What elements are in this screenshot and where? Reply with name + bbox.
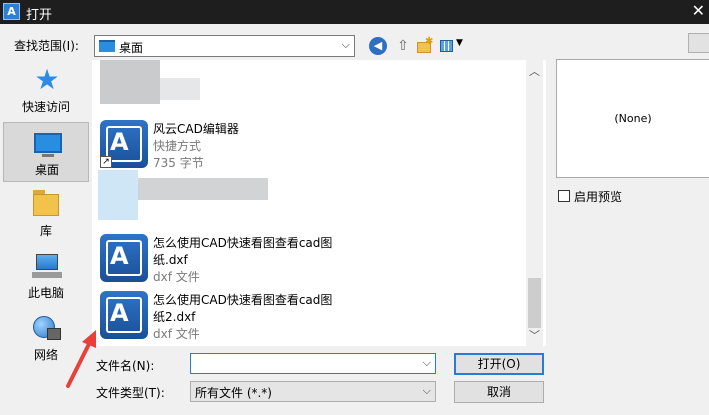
filetype-dropdown[interactable]: 所有文件 (*.*) ⌵ <box>190 381 436 402</box>
app-icon: A <box>3 3 20 20</box>
place-label: 桌面 <box>34 163 59 177</box>
place-library[interactable]: 库 <box>3 184 89 244</box>
lookin-value: 桌面 <box>119 41 144 55</box>
cancel-button[interactable]: 取消 <box>454 381 544 403</box>
close-icon[interactable]: ✕ <box>692 1 705 20</box>
file-name-cont: 纸2.dxf <box>153 310 196 324</box>
up-folder-icon[interactable]: ⇧ <box>394 37 412 55</box>
place-quick-access[interactable]: ★ 快速访问 <box>3 60 89 120</box>
file-name: 怎么使用CAD快速看图查看cad图 <box>153 293 333 307</box>
library-icon <box>33 194 59 216</box>
window-title: 打开 <box>26 8 53 23</box>
new-folder-icon[interactable]: ✱ <box>416 36 434 55</box>
preview-checkbox-label[interactable]: 启用预览 <box>574 188 622 205</box>
file-name: 风云CAD编辑器 <box>153 122 239 136</box>
chevron-down-icon[interactable]: ﹀ <box>529 327 540 343</box>
place-label: 快速访问 <box>21 100 70 114</box>
file-type: 快捷方式 <box>153 139 202 153</box>
file-size: 735 字节 <box>153 156 204 170</box>
file-name: 怎么使用CAD快速看图查看cad图 <box>153 236 333 250</box>
desktop-stand <box>42 154 54 157</box>
back-icon[interactable]: ◀ <box>369 37 387 55</box>
lookin-dropdown[interactable]: 桌面 ⌵ <box>94 35 355 57</box>
preview-text: (None) <box>614 112 652 125</box>
file-type: dxf 文件 <box>153 327 200 341</box>
star-icon: ★ <box>34 63 60 96</box>
blurred-item <box>138 178 268 200</box>
scroll-thumb[interactable] <box>528 278 541 328</box>
file-item[interactable]: A ↗ 风云CAD编辑器 快捷方式 735 字节 <box>98 116 518 172</box>
place-this-pc[interactable]: 此电脑 <box>3 246 89 306</box>
filetype-value: 所有文件 (*.*) <box>195 386 272 400</box>
desktop-icon <box>34 133 62 153</box>
preview-checkbox[interactable] <box>558 190 570 202</box>
annotation-arrow-icon <box>66 330 96 388</box>
title-bar: A 打开 ✕ <box>0 0 709 24</box>
preview-toggle-icon[interactable] <box>688 33 709 53</box>
place-label: 此电脑 <box>27 286 64 300</box>
desktop-folder-icon <box>99 40 115 52</box>
file-item[interactable]: A 怎么使用CAD快速看图查看cad图 纸2.dxf dxf 文件 <box>98 287 518 343</box>
filename-input[interactable]: ⌵ <box>190 353 436 374</box>
open-button[interactable]: 打开(O) <box>454 353 544 375</box>
file-item[interactable]: A 怎么使用CAD快速看图查看cad图 纸.dxf dxf 文件 <box>98 230 518 286</box>
computer-icon-base <box>32 272 62 278</box>
file-list[interactable]: A ↗ 风云CAD编辑器 快捷方式 735 字节 A 怎么使用CAD快速看图查看… <box>92 60 546 346</box>
place-label: 库 <box>39 224 52 238</box>
blurred-item <box>98 170 138 220</box>
view-menu-icon[interactable]: ▼ <box>440 37 466 55</box>
shortcut-arrow-icon: ↗ <box>100 156 112 168</box>
chevron-down-icon[interactable]: ⌵ <box>423 356 431 370</box>
file-name-cont: 纸.dxf <box>153 253 188 267</box>
place-desktop[interactable]: 桌面 <box>3 122 89 182</box>
computer-icon <box>36 254 58 270</box>
vertical-scrollbar[interactable]: ︿ ﹀ <box>526 60 543 346</box>
cad-file-icon: A <box>100 234 148 282</box>
chevron-down-icon: ⌵ <box>341 38 350 51</box>
network-icon-box <box>47 328 61 340</box>
chevron-up-icon[interactable]: ︿ <box>529 63 540 79</box>
blurred-item <box>100 60 160 104</box>
file-type: dxf 文件 <box>153 270 200 284</box>
blurred-item <box>160 78 200 100</box>
preview-pane: (None) <box>556 59 709 178</box>
chevron-down-icon: ⌵ <box>422 384 431 397</box>
lookin-label: 查找范围(I): <box>14 39 79 53</box>
